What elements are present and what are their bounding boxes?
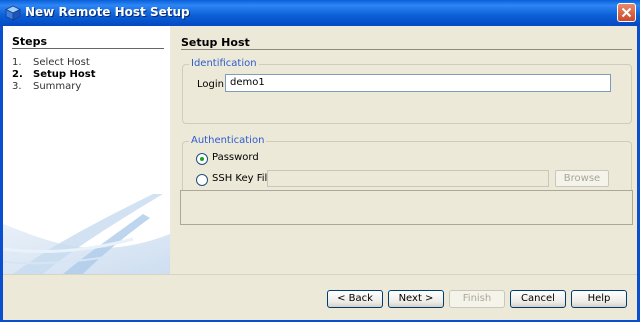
step-number: 2. xyxy=(12,69,23,80)
ssh-key-file-radio[interactable] xyxy=(196,174,208,186)
message-area xyxy=(180,190,633,225)
steps-divider xyxy=(12,48,164,49)
step-item-summary: 3. Summary xyxy=(12,81,81,92)
finish-button: Finish xyxy=(449,290,505,308)
cancel-button[interactable]: Cancel xyxy=(510,290,566,308)
back-button[interactable]: < Back xyxy=(327,290,383,308)
identification-group: Identification Login: demo1 xyxy=(182,58,632,124)
step-label: Summary xyxy=(33,81,82,92)
step-item-select-host: 1. Select Host xyxy=(12,57,90,68)
close-button[interactable] xyxy=(617,3,636,22)
step-number: 1. xyxy=(12,57,22,68)
setup-content: Setup Host Identification Login: demo1 A… xyxy=(170,26,637,274)
password-radio-label[interactable]: Password xyxy=(212,152,259,163)
cube-icon xyxy=(5,5,21,21)
title-bar[interactable]: New Remote Host Setup xyxy=(0,0,640,27)
dialog-window: New Remote Host Setup Steps 1. Select Hos… xyxy=(0,0,640,322)
button-bar: < Back Next > Finish Cancel Help xyxy=(3,274,637,320)
radio-selected-dot xyxy=(200,157,204,161)
login-label: Login: xyxy=(197,79,228,90)
ssh-key-file-input xyxy=(267,170,549,187)
browse-button: Browse xyxy=(555,170,609,187)
next-button[interactable]: Next > xyxy=(388,290,444,308)
password-radio[interactable] xyxy=(196,153,208,165)
login-input[interactable]: demo1 xyxy=(225,74,611,92)
steps-panel: Steps 1. Select Host 2. Setup Host 3. Summa… xyxy=(3,26,170,274)
section-title: Setup Host xyxy=(181,36,250,49)
identification-legend: Identification xyxy=(189,58,259,69)
ssh-key-file-radio-label[interactable]: SSH Key File xyxy=(212,173,273,184)
authentication-legend: Authentication xyxy=(189,135,267,146)
decorative-swoosh-graphic xyxy=(3,194,170,274)
help-button[interactable]: Help xyxy=(571,290,627,308)
steps-heading: Steps xyxy=(12,35,48,48)
window-title: New Remote Host Setup xyxy=(25,5,190,19)
step-label: Select Host xyxy=(33,57,90,68)
step-item-setup-host: 2. Setup Host xyxy=(12,69,96,80)
step-number: 3. xyxy=(12,81,22,92)
section-divider xyxy=(181,49,632,50)
close-icon xyxy=(621,7,632,18)
step-label: Setup Host xyxy=(33,69,96,80)
